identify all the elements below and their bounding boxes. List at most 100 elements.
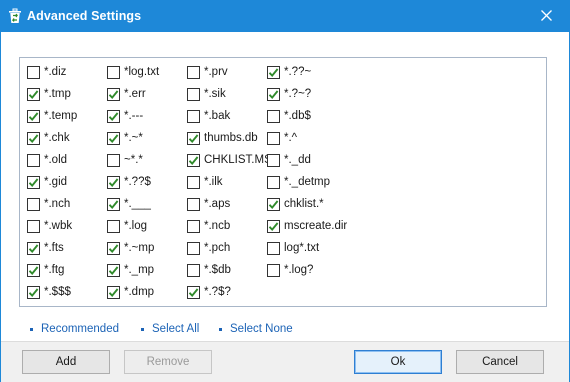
file-mask-item[interactable]: *.??$	[107, 174, 151, 190]
file-mask-item[interactable]: *.?~?	[267, 86, 311, 102]
file-mask-checkbox[interactable]	[267, 131, 280, 145]
add-button[interactable]: Add	[22, 350, 110, 374]
file-mask-checkbox[interactable]	[267, 219, 280, 233]
file-mask-item[interactable]: thumbs.db	[187, 130, 258, 146]
file-mask-checkbox[interactable]	[187, 131, 200, 145]
file-mask-item[interactable]: *.log?	[267, 262, 313, 278]
file-mask-item[interactable]: *.??~	[267, 64, 311, 80]
file-mask-item[interactable]: *.fts	[27, 240, 64, 256]
file-mask-item[interactable]: *.dmp	[107, 284, 154, 300]
file-mask-item[interactable]: log*.txt	[267, 240, 319, 256]
file-mask-item[interactable]: *.pch	[187, 240, 230, 256]
file-mask-checkbox[interactable]	[27, 197, 40, 211]
file-mask-checkbox[interactable]	[107, 197, 120, 211]
file-mask-checkbox[interactable]	[187, 241, 200, 255]
file-mask-item[interactable]: ~*.*	[107, 152, 143, 168]
file-mask-item[interactable]: *log.txt	[107, 64, 159, 80]
file-mask-checkbox[interactable]	[267, 175, 280, 189]
file-mask-checkbox[interactable]	[187, 219, 200, 233]
file-mask-checkbox[interactable]	[267, 197, 280, 211]
file-mask-checkbox[interactable]	[27, 131, 40, 145]
recommended-link[interactable]: Recommended	[30, 323, 119, 335]
file-mask-checkbox[interactable]	[107, 131, 120, 145]
file-mask-item[interactable]: *.~*	[107, 130, 143, 146]
file-mask-item[interactable]: CHKLIST.MS	[187, 152, 272, 168]
file-mask-checkbox[interactable]	[187, 87, 200, 101]
file-mask-item[interactable]: *.ncb	[187, 218, 230, 234]
file-mask-item[interactable]: *.---	[107, 108, 143, 124]
advanced-settings-dialog: Advanced Settings *.diz *.tmp *.temp *.chk *…	[0, 0, 570, 382]
file-mask-checkbox[interactable]	[107, 263, 120, 277]
file-mask-item[interactable]: *.temp	[27, 108, 77, 124]
file-mask-item[interactable]: *._mp	[107, 262, 154, 278]
file-mask-item[interactable]: *.db$	[267, 108, 311, 124]
file-mask-checkbox[interactable]	[267, 153, 280, 167]
file-mask-checkbox[interactable]	[187, 285, 200, 299]
file-mask-item[interactable]: *.err	[107, 86, 146, 102]
file-mask-checkbox[interactable]	[107, 153, 120, 167]
file-mask-item[interactable]: *.wbk	[27, 218, 72, 234]
file-mask-item[interactable]: chklist.*	[267, 196, 324, 212]
file-mask-checkbox[interactable]	[267, 109, 280, 123]
file-mask-checkbox[interactable]	[267, 241, 280, 255]
file-mask-item[interactable]: *.sik	[187, 86, 226, 102]
select-none-link[interactable]: Select None	[219, 323, 293, 335]
file-mask-checkbox[interactable]	[107, 175, 120, 189]
file-mask-checkbox[interactable]	[267, 87, 280, 101]
remove-button[interactable]: Remove	[124, 350, 212, 374]
file-mask-checkbox[interactable]	[187, 109, 200, 123]
file-mask-checkbox[interactable]	[267, 65, 280, 79]
file-mask-item[interactable]: *.aps	[187, 196, 230, 212]
file-mask-item[interactable]: *.nch	[27, 196, 70, 212]
cancel-button[interactable]: Cancel	[456, 350, 544, 374]
file-mask-item[interactable]: *._detmp	[267, 174, 330, 190]
file-mask-checkbox[interactable]	[107, 219, 120, 233]
file-mask-checkbox[interactable]	[267, 263, 280, 277]
file-mask-checkbox[interactable]	[187, 175, 200, 189]
file-mask-checkbox[interactable]	[27, 219, 40, 233]
file-mask-item[interactable]: *.?$?	[187, 284, 231, 300]
file-mask-item[interactable]: *.prv	[187, 64, 228, 80]
file-mask-checkbox[interactable]	[27, 241, 40, 255]
file-mask-checkbox[interactable]	[187, 263, 200, 277]
file-mask-item[interactable]: *.~mp	[107, 240, 154, 256]
file-mask-item[interactable]: *.___	[107, 196, 151, 212]
file-mask-item[interactable]: *.ilk	[187, 174, 223, 190]
file-mask-item[interactable]: *.chk	[27, 130, 70, 146]
select-all-link[interactable]: Select All	[141, 323, 199, 335]
file-mask-item[interactable]: *.bak	[187, 108, 230, 124]
file-mask-item[interactable]: *.old	[27, 152, 67, 168]
file-mask-item[interactable]: *.gid	[27, 174, 67, 190]
file-mask-checkbox[interactable]	[107, 241, 120, 255]
file-mask-checkbox[interactable]	[27, 65, 40, 79]
checkmark-icon	[108, 287, 119, 297]
close-button[interactable]	[523, 1, 569, 32]
file-mask-label: *.prv	[204, 66, 228, 78]
file-mask-item[interactable]: *.log	[107, 218, 147, 234]
file-mask-checkbox[interactable]	[107, 109, 120, 123]
file-mask-item[interactable]: *.tmp	[27, 86, 71, 102]
file-mask-checkbox[interactable]	[27, 175, 40, 189]
file-mask-checkbox[interactable]	[107, 65, 120, 79]
file-mask-item[interactable]: mscreate.dir	[267, 218, 347, 234]
file-mask-item[interactable]: *.^	[267, 130, 297, 146]
file-mask-checkbox[interactable]	[187, 197, 200, 211]
file-mask-checkbox[interactable]	[27, 153, 40, 167]
file-mask-label: *.?$?	[204, 286, 231, 298]
file-mask-checkbox[interactable]	[27, 87, 40, 101]
file-mask-label: mscreate.dir	[284, 220, 348, 232]
file-mask-checkbox[interactable]	[27, 263, 40, 277]
file-mask-checkbox[interactable]	[187, 153, 200, 167]
file-mask-checkbox[interactable]	[107, 285, 120, 299]
file-mask-checkbox[interactable]	[27, 285, 40, 299]
checkmark-icon	[108, 177, 119, 187]
file-mask-item[interactable]: *._dd	[267, 152, 311, 168]
file-mask-checkbox[interactable]	[187, 65, 200, 79]
file-mask-checkbox[interactable]	[107, 87, 120, 101]
file-mask-item[interactable]: *.ftg	[27, 262, 64, 278]
ok-button[interactable]: Ok	[354, 350, 442, 374]
file-mask-item[interactable]: *.$$$	[27, 284, 71, 300]
file-mask-item[interactable]: *.diz	[27, 64, 66, 80]
file-mask-item[interactable]: *.$db	[187, 262, 231, 278]
file-mask-checkbox[interactable]	[27, 109, 40, 123]
